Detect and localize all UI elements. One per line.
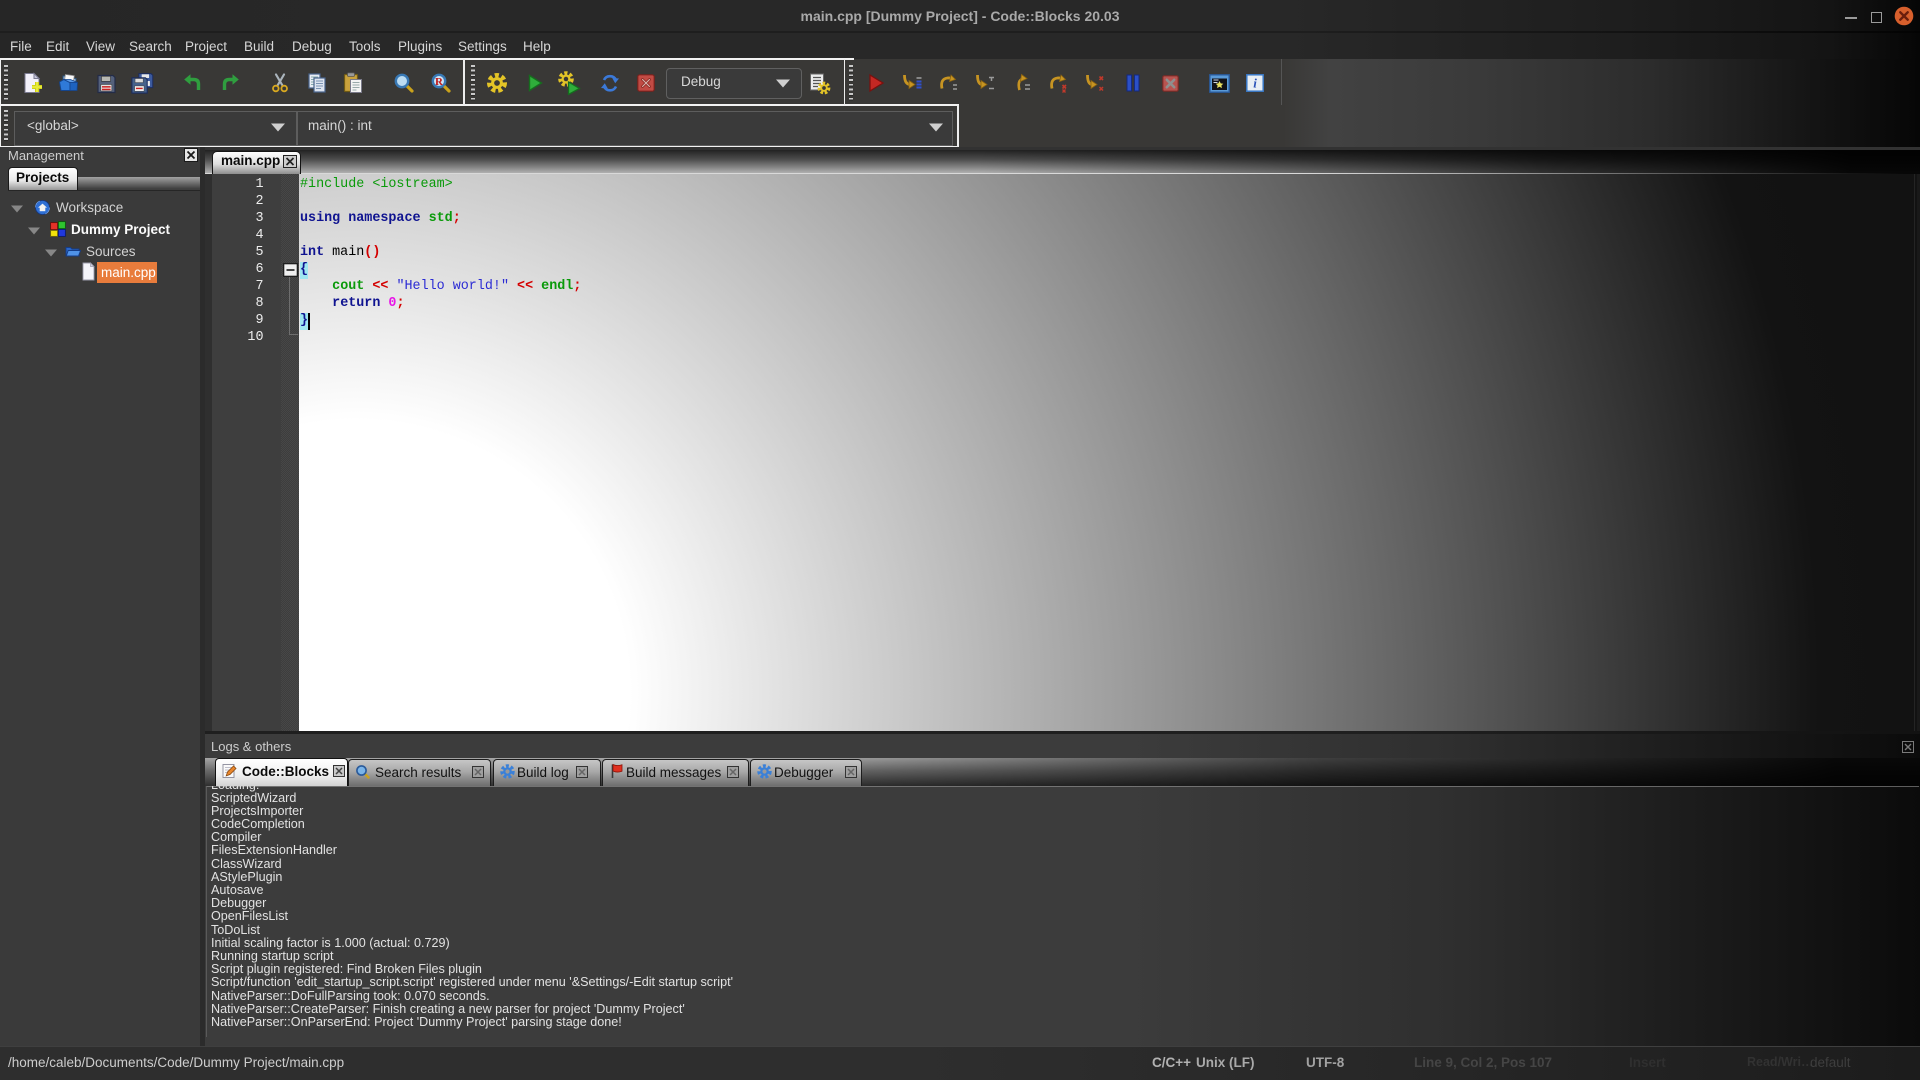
- svg-text:i: i: [1253, 76, 1257, 91]
- svg-text:R: R: [435, 76, 444, 88]
